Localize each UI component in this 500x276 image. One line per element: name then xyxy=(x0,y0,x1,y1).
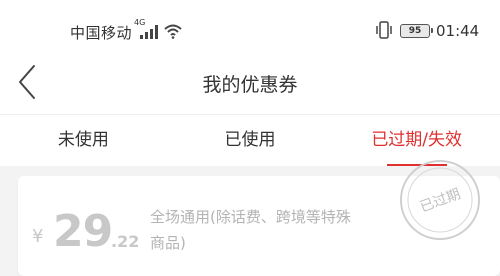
wifi-icon xyxy=(164,24,182,39)
nav-bar: 我的优惠券 xyxy=(0,50,500,114)
coupon-card[interactable]: ¥ 29 .22 全场通用(除话费、跨境等特殊商品) 已过期 xyxy=(18,160,500,276)
page-title: 我的优惠券 xyxy=(202,74,298,96)
carrier-label: 中国移动 xyxy=(70,24,133,42)
signal-icon xyxy=(140,25,158,39)
clock: 01:44 xyxy=(436,22,480,40)
coupon-description: 全场通用(除话费、跨境等特殊商品) xyxy=(150,208,351,252)
tab-unused[interactable]: 未使用 xyxy=(0,115,167,166)
expired-stamp-icon: 已过期 xyxy=(400,160,480,240)
tab-used[interactable]: 已使用 xyxy=(167,115,334,166)
coupon-amount: 29 xyxy=(53,206,113,257)
status-bar: 中国移动 4G 95 01:44 xyxy=(0,0,500,50)
expired-stamp-text: 已过期 xyxy=(418,186,463,215)
battery-level: 95 xyxy=(408,26,422,36)
battery-icon: 95 xyxy=(400,24,433,38)
coupon-amount-decimal: .22 xyxy=(111,232,140,251)
currency-symbol: ¥ xyxy=(32,226,44,247)
vibrate-icon xyxy=(376,21,392,39)
